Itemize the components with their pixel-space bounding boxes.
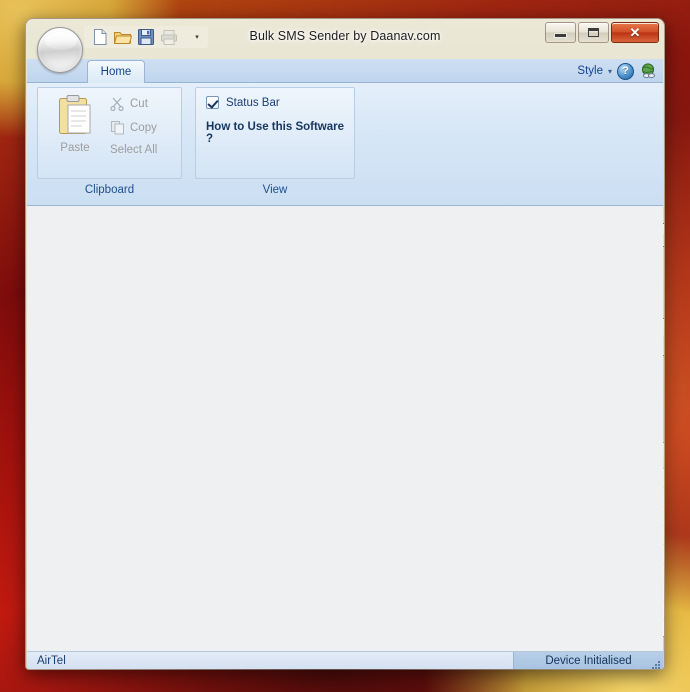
application-window: ▾ Bulk SMS Sender by Daanav.com ✕ Home S…	[25, 18, 665, 670]
close-button[interactable]: ✕	[611, 22, 659, 43]
ribbon-group-caption-view: View	[262, 184, 288, 196]
maximize-icon	[588, 28, 599, 37]
status-bar-device-state: Device Initialised	[513, 652, 663, 669]
caption-buttons: ✕	[543, 22, 659, 43]
how-to-use-link[interactable]: How to Use this Software ?	[206, 121, 354, 145]
select-all-label: Select All	[110, 144, 158, 156]
ribbon-group-view: Status Bar How to Use this Software ? Vi…	[195, 87, 355, 196]
ribbon-group-caption-clipboard: Clipboard	[84, 184, 135, 196]
application-menu-orb-button[interactable]	[31, 25, 89, 75]
status-bar: AirTel Device Initialised	[27, 651, 663, 669]
minimize-button[interactable]	[545, 22, 576, 43]
orb-icon	[37, 27, 83, 73]
scissors-icon	[110, 97, 124, 111]
quick-access-toolbar: ▾	[84, 26, 208, 48]
copy-icon	[111, 121, 124, 135]
select-all-button[interactable]: Select All	[110, 144, 157, 156]
help-icon[interactable]: ?	[617, 62, 634, 80]
ribbon: Home Style ▾ ? Paste Cut Copy Select All…	[27, 59, 663, 206]
copy-button[interactable]: Copy	[110, 120, 157, 135]
style-menu-label[interactable]: Style	[577, 65, 603, 77]
desktop-background: ▾ Bulk SMS Sender by Daanav.com ✕ Home S…	[0, 0, 690, 692]
ribbon-tab-strip: Home Style ▾ ?	[27, 59, 663, 83]
client-area	[27, 206, 663, 651]
cut-button[interactable]: Cut	[110, 96, 148, 111]
close-icon: ✕	[629, 25, 641, 40]
print-icon[interactable]	[159, 28, 179, 47]
ribbon-body: Paste Cut Copy Select All Clipboard Stat…	[27, 83, 663, 206]
chevron-down-icon[interactable]: ▾	[608, 67, 612, 76]
paste-label: Paste	[60, 142, 90, 154]
checkbox-icon	[206, 96, 219, 109]
globe-link-icon[interactable]	[639, 63, 657, 80]
chevron-down-icon[interactable]: ▾	[190, 28, 204, 46]
paste-button[interactable]: Paste	[46, 94, 104, 172]
status-bar-label: Status Bar	[226, 96, 280, 109]
status-bar-device-state-label: Device Initialised	[545, 655, 632, 667]
copy-label: Copy	[130, 121, 157, 134]
status-bar-operator: AirTel	[27, 652, 513, 669]
new-icon[interactable]	[90, 28, 110, 47]
status-bar-checkbox[interactable]: Status Bar	[206, 96, 280, 109]
tab-home[interactable]: Home	[87, 60, 145, 83]
paste-icon	[59, 95, 91, 134]
title-bar: ▾ Bulk SMS Sender by Daanav.com ✕	[26, 19, 664, 73]
minimize-icon	[555, 34, 566, 37]
maximize-button[interactable]	[578, 22, 609, 43]
ribbon-right-tools: Style ▾ ?	[577, 61, 657, 81]
open-icon[interactable]	[113, 28, 133, 47]
resize-grip[interactable]	[649, 658, 660, 669]
ribbon-group-clipboard: Paste Cut Copy Select All Clipboard	[37, 87, 182, 196]
cut-label: Cut	[130, 97, 148, 110]
save-icon[interactable]	[136, 28, 156, 47]
